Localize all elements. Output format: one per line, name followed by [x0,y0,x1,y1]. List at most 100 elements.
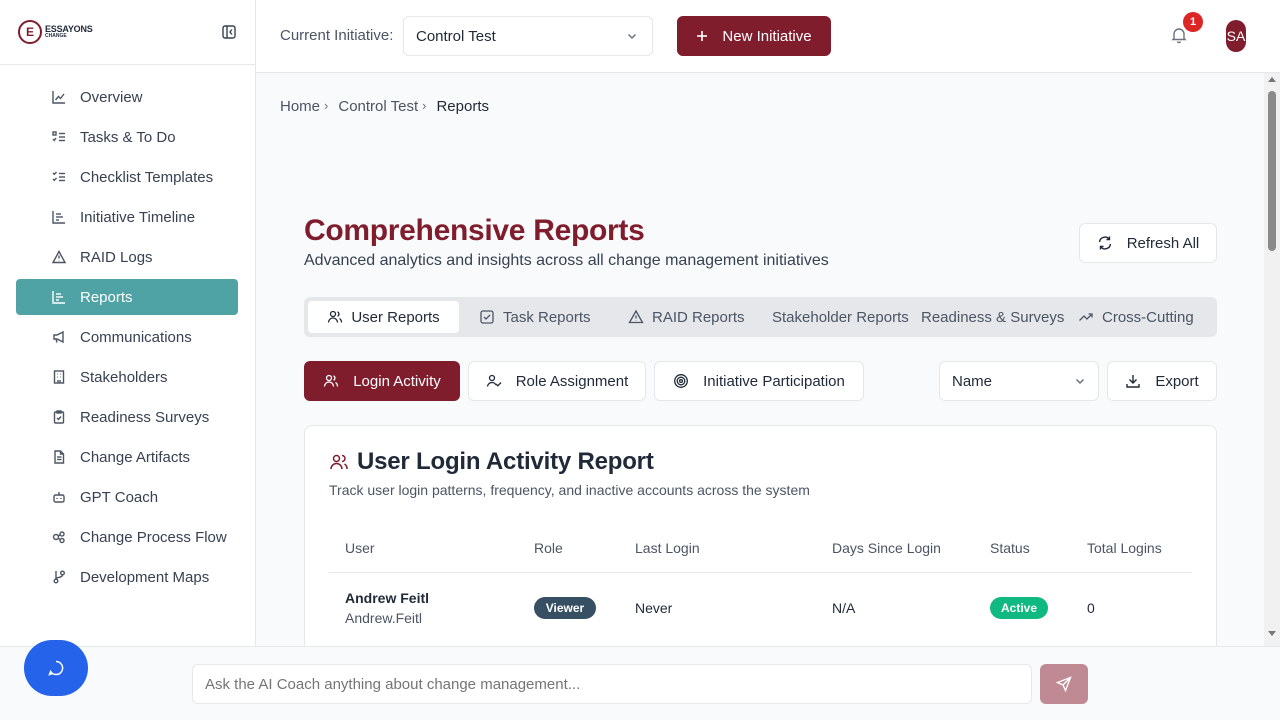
sidebar-item-checklist-templates[interactable]: Checklist Templates [16,159,238,195]
sidebar-item-change-process-flow[interactable]: Change Process Flow [16,519,238,555]
file-text-icon [52,450,66,464]
avatar[interactable]: SA [1226,20,1246,52]
tab-user-reports[interactable]: User Reports [308,301,459,333]
status-badge: Active [990,597,1048,619]
page-title: Comprehensive Reports [304,214,645,247]
sidebar-item-reports[interactable]: Reports [16,279,238,315]
sidebar-item-overview[interactable]: Overview [16,79,238,115]
tab-label: RAID Reports [652,308,745,326]
subtab-login-activity[interactable]: Login Activity [304,361,460,401]
sidebar-item-label: GPT Coach [80,488,159,506]
last-login-value: Never [635,600,673,616]
sidebar-collapse-icon[interactable] [221,24,237,40]
sidebar-item-label: RAID Logs [80,248,153,266]
page-subtitle: Advanced analytics and insights across a… [304,252,829,269]
sidebar-item-change-artifacts[interactable]: Change Artifacts [16,439,238,475]
sidebar-item-label: Initiative Timeline [80,208,196,226]
warning-triangle-icon [628,309,644,325]
tab-readiness-surveys[interactable]: Readiness & Surveys [921,301,1064,333]
column-header-last-login[interactable]: Last Login [635,540,700,556]
column-header-status[interactable]: Status [990,540,1030,556]
send-icon [1056,676,1072,692]
main-content: Home › Control Test › Reports Comprehensiv… [256,73,1264,646]
users-icon [323,373,339,389]
sidebar-item-label: Stakeholders [80,368,168,386]
warning-triangle-icon [52,250,66,264]
chevron-down-icon [1074,375,1086,387]
download-icon [1125,373,1141,389]
tab-cross-cutting[interactable]: Cross-Cutting [1078,301,1194,333]
user-check-icon [486,373,502,389]
sidebar-item-readiness-surveys[interactable]: Readiness Surveys [16,399,238,435]
refresh-icon [1097,235,1113,251]
sidebar-item-label: Change Process Flow [80,528,227,546]
app-logo[interactable]: E ESSAYONS CHANGE [18,20,93,44]
tab-raid-reports[interactable]: RAID Reports [628,301,745,333]
column-header-days-since-login[interactable]: Days Since Login [832,540,941,556]
column-header-user[interactable]: User [345,540,375,556]
export-button[interactable]: Export [1107,361,1217,401]
new-initiative-button[interactable]: New Initiative [677,16,831,56]
sidebar-item-label: Communications [80,328,192,346]
sidebar-item-tasks[interactable]: Tasks & To Do [16,119,238,155]
sidebar-item-label: Overview [80,88,143,106]
bot-icon [52,490,66,504]
list-todo-icon [52,130,66,144]
sidebar: E ESSAYONS CHANGE Overview Tasks & To Do… [0,0,256,720]
chat-fab-button[interactable] [24,640,88,696]
current-initiative-value: Control Test [416,28,496,45]
subtab-role-assignment[interactable]: Role Assignment [468,361,646,401]
column-header-role[interactable]: Role [534,540,563,556]
ai-coach-input[interactable] [192,664,1032,704]
total-logins-value: 0 [1087,600,1095,616]
breadcrumb-home[interactable]: Home [280,98,320,115]
table-header-divider [329,572,1192,573]
sidebar-header: E ESSAYONS CHANGE [0,0,255,65]
sort-select[interactable]: Name [939,361,1099,401]
scroll-up-arrow-icon[interactable] [1268,77,1276,82]
users-icon [327,309,343,325]
new-initiative-label: New Initiative [722,27,812,45]
chevron-right-icon: › [422,98,427,113]
refresh-all-button[interactable]: Refresh All [1079,223,1217,263]
refresh-all-label: Refresh All [1126,234,1200,252]
trending-up-icon [1078,309,1094,325]
sidebar-item-label: Reports [80,288,133,306]
tab-stakeholder-reports[interactable]: Stakeholder Reports [772,301,909,333]
sidebar-item-raid-logs[interactable]: RAID Logs [16,239,238,275]
sidebar-item-development-maps[interactable]: Development Maps [16,559,238,595]
tab-task-reports[interactable]: Task Reports [479,301,591,333]
bar-chart-icon [52,290,66,304]
sidebar-item-stakeholders[interactable]: Stakeholders [16,359,238,395]
sidebar-item-initiative-timeline[interactable]: Initiative Timeline [16,199,238,235]
user-name: Andrew Feitl [345,590,430,606]
subtab-label: Role Assignment [515,372,629,390]
breadcrumb-initiative[interactable]: Control Test [338,98,418,115]
send-button[interactable] [1040,664,1088,704]
tab-label: Task Reports [503,308,591,326]
subtab-initiative-participation[interactable]: Initiative Participation [654,361,864,401]
tab-label: Cross-Cutting [1102,308,1194,326]
tab-label: User Reports [351,308,440,326]
target-icon [673,373,689,389]
report-subtitle: Track user login patterns, frequency, an… [329,482,810,498]
tab-label: Stakeholder Reports [772,308,909,326]
sidebar-item-gpt-coach[interactable]: GPT Coach [16,479,238,515]
breadcrumb: Home › Control Test › Reports [280,98,493,115]
users-icon [329,452,349,472]
sidebar-nav: Overview Tasks & To Do Checklist Templat… [0,65,255,595]
main-scrollbar[interactable] [1264,73,1280,646]
current-initiative-select[interactable]: Control Test [403,16,653,56]
line-chart-icon [52,90,66,104]
breadcrumb-current: Reports [436,98,489,115]
report-tabs: User Reports Task Reports RAID Reports S… [304,297,1217,337]
scrollbar-thumb[interactable] [1268,91,1276,251]
clipboard-check-icon [52,410,66,424]
scroll-down-arrow-icon[interactable] [1268,631,1276,636]
sidebar-item-label: Readiness Surveys [80,408,210,426]
timeline-icon [52,210,66,224]
column-header-total-logins[interactable]: Total Logins [1087,540,1162,556]
plus-icon [696,30,708,42]
sidebar-item-label: Change Artifacts [80,448,191,466]
sidebar-item-communications[interactable]: Communications [16,319,238,355]
